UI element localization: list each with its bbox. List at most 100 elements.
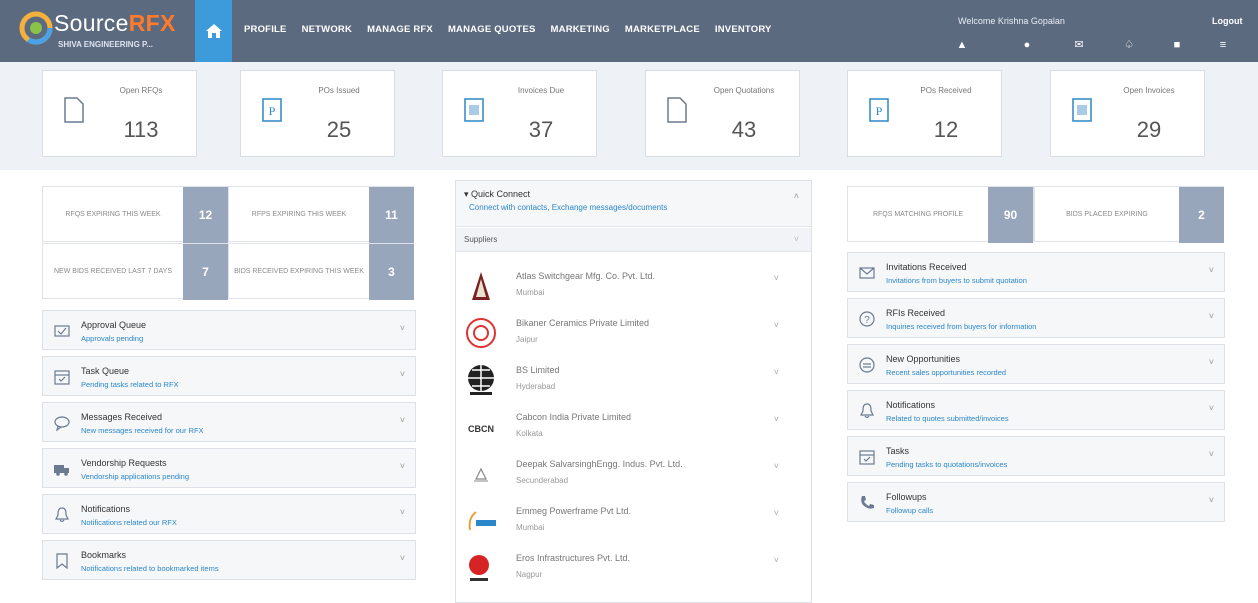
chevron-up-icon[interactable]: ˄ [794,191,799,201]
panel-subtitle[interactable]: Followup calls [886,506,933,515]
home-button[interactable] [195,0,232,62]
panel-vendorship-requests[interactable]: Vendorship Requests Vendorship applicati… [42,448,416,488]
panel-subtitle[interactable]: Related to quotes submitted/invoices [886,414,1009,423]
chevron-down-icon[interactable]: ˅ [774,367,779,377]
chevron-down-icon[interactable]: ˅ [400,369,405,379]
panel-bookmarks[interactable]: Bookmarks Notifications related to bookm… [42,540,416,580]
bell-icon[interactable]: ♤ [1122,38,1136,52]
panel-title: Approval Queue [81,320,147,330]
chevron-down-icon[interactable]: ˅ [774,555,779,565]
invoice-icon [464,98,484,122]
panel-subtitle[interactable]: New messages received for our RFX [81,426,204,435]
chevron-down-icon[interactable]: ˅ [1209,449,1214,459]
nav-manage-quotes[interactable]: MANAGE QUOTES [448,24,536,35]
chat-icon[interactable]: ■ [1170,38,1184,52]
stat-card-open-invoices[interactable]: Open Invoices 29 [1050,70,1205,157]
chevron-down-icon[interactable]: ˅ [774,414,779,424]
chevron-down-icon[interactable]: ˅ [774,508,779,518]
supplier-row[interactable]: Emmeg Powerframe Pvt Ltd. Mumbai ˅ [456,496,811,543]
stat-card-pos-issued[interactable]: P POs Issued 25 [240,70,395,157]
nav-manage-rfx[interactable]: MANAGE RFX [367,24,433,35]
panel-rfis-received[interactable]: ? RFIs Received Inquiries received from … [847,298,1225,338]
panel-approval-queue[interactable]: Approval Queue Approvals pending ˅ [42,310,416,350]
panel-followups[interactable]: Followups Followup calls ˅ [847,482,1225,522]
nav-marketing[interactable]: MARKETING [551,24,610,35]
panel-messages-received[interactable]: Messages Received New messages received … [42,402,416,442]
chevron-down-icon[interactable]: ˅ [1209,357,1214,367]
nav-inventory[interactable]: INVENTORY [715,24,772,35]
panel-subtitle[interactable]: Notifications related to bookmarked item… [81,564,219,573]
chevron-down-icon[interactable]: ˅ [774,320,779,330]
document-icon [64,97,84,123]
supplier-row[interactable]: BS Limited Hyderabad ˅ [456,355,811,402]
stat-value: 37 [528,117,554,142]
panel-notifications-right[interactable]: Notifications Related to quotes submitte… [847,390,1225,430]
nav-profile[interactable]: PROFILE [244,24,287,35]
tile-rfps-expiring[interactable]: RFPS EXPIRING THIS WEEK 11 [228,186,414,243]
supplier-city: Secunderabad [516,476,569,485]
tile-bids-placed-expiring[interactable]: BIDS PLACED EXPIRING 2 [1034,186,1224,243]
tile-bids-received-expiring[interactable]: BIDS RECEIVED EXPIRING THIS WEEK 3 [228,243,414,300]
chevron-down-icon[interactable]: ˅ [1209,495,1214,505]
quick-connect-subtitle[interactable]: Connect with contacts, Exchange messages… [469,203,667,212]
po-icon: P [262,98,282,122]
stat-card-open-rfqs[interactable]: Open RFQs 113 [42,70,197,157]
suppliers-header[interactable]: Suppliers ˅ [456,228,811,252]
supplier-name: Emmeg Powerframe Pvt Ltd. [516,506,632,516]
panel-notifications[interactable]: Notifications Notifications related our … [42,494,416,534]
panel-subtitle[interactable]: Approvals pending [81,334,143,343]
panel-subtitle[interactable]: Inquiries received from buyers for infor… [886,322,1036,331]
stat-value: 12 [933,117,959,142]
gear-icon[interactable]: ● [1020,38,1034,52]
nav-marketplace[interactable]: MARKETPLACE [625,24,700,35]
panel-subtitle[interactable]: Recent sales opportunities recorded [886,368,1006,377]
panel-task-queue[interactable]: Task Queue Pending tasks related to RFX … [42,356,416,396]
chevron-down-icon[interactable]: ˅ [774,461,779,471]
chevron-down-icon[interactable]: ˅ [794,234,799,244]
panel-invitations-received[interactable]: Invitations Received Invitations from bu… [847,252,1225,292]
bookmark-icon [56,553,68,570]
chevron-down-icon[interactable]: ˅ [1209,403,1214,413]
opportunity-icon [859,357,875,373]
tile-new-bids-received[interactable]: NEW BIDS RECEIVED LAST 7 DAYS 7 [42,243,228,300]
tile-rfqs-matching-profile[interactable]: RFQS MATCHING PROFILE 90 [847,186,1034,243]
panel-subtitle[interactable]: Pending tasks to quotations/invoices [886,460,1007,469]
chevron-down-icon[interactable]: ˅ [400,415,405,425]
quick-connect-header[interactable]: ▾ Quick Connect Connect with contacts, E… [456,181,811,227]
tile-rfqs-expiring[interactable]: RFQS EXPIRING THIS WEEK 12 [42,186,228,243]
quick-connect-title: ▾ Quick Connect [464,189,531,199]
stat-card-invoices-due[interactable]: Invoices Due 37 [442,70,597,157]
supplier-logo-eros [469,555,489,581]
chevron-down-icon[interactable]: ˅ [400,323,405,333]
panel-subtitle[interactable]: Notifications related our RFX [81,518,177,527]
supplier-row[interactable]: CBCN Cabcon India Private Limited Kolkat… [456,402,811,449]
panel-title: Task Queue [81,366,130,376]
supplier-logo-bs [468,365,494,395]
nav-network[interactable]: NETWORK [302,24,352,35]
supplier-row[interactable]: Bikaner Ceramics Private Limited Jaipur … [456,308,811,355]
stat-value: 43 [731,117,757,142]
chevron-down-icon[interactable]: ˅ [400,553,405,563]
mail-icon[interactable]: ✉ [1072,38,1086,52]
stat-card-open-quotations[interactable]: Open Quotations 43 [645,70,800,157]
supplier-row[interactable]: Deepak SalvarsinghEngg. Indus. Pvt. Ltd.… [456,449,811,496]
supplier-row[interactable]: Atlas Switchgear Mfg. Co. Pvt. Ltd. Mumb… [456,261,811,308]
supplier-name: Bikaner Ceramics Private Limited [516,318,650,328]
logout-link[interactable]: Logout [1212,16,1243,26]
supplier-row[interactable]: Eros Infrastructures Pvt. Ltd. Nagpur ˅ [456,543,811,590]
user-icon[interactable]: ▲ [955,38,969,52]
chevron-down-icon[interactable]: ˅ [1209,265,1214,275]
panel-subtitle[interactable]: Vendorship applications pending [81,472,189,481]
stat-card-pos-received[interactable]: P POs Received 12 [847,70,1002,157]
chevron-down-icon[interactable]: ˅ [400,507,405,517]
stat-value: 113 [123,117,159,142]
supplier-city: Nagpur [516,570,543,579]
chevron-down-icon[interactable]: ˅ [774,273,779,283]
chevron-down-icon[interactable]: ˅ [400,461,405,471]
panel-new-opportunities[interactable]: New Opportunities Recent sales opportuni… [847,344,1225,384]
menu-icon[interactable]: ≡ [1216,38,1230,52]
panel-subtitle[interactable]: Invitations from buyers to submit quotat… [886,276,1027,285]
chevron-down-icon[interactable]: ˅ [1209,311,1214,321]
panel-tasks[interactable]: Tasks Pending tasks to quotations/invoic… [847,436,1225,476]
panel-subtitle[interactable]: Pending tasks related to RFX [81,380,179,389]
